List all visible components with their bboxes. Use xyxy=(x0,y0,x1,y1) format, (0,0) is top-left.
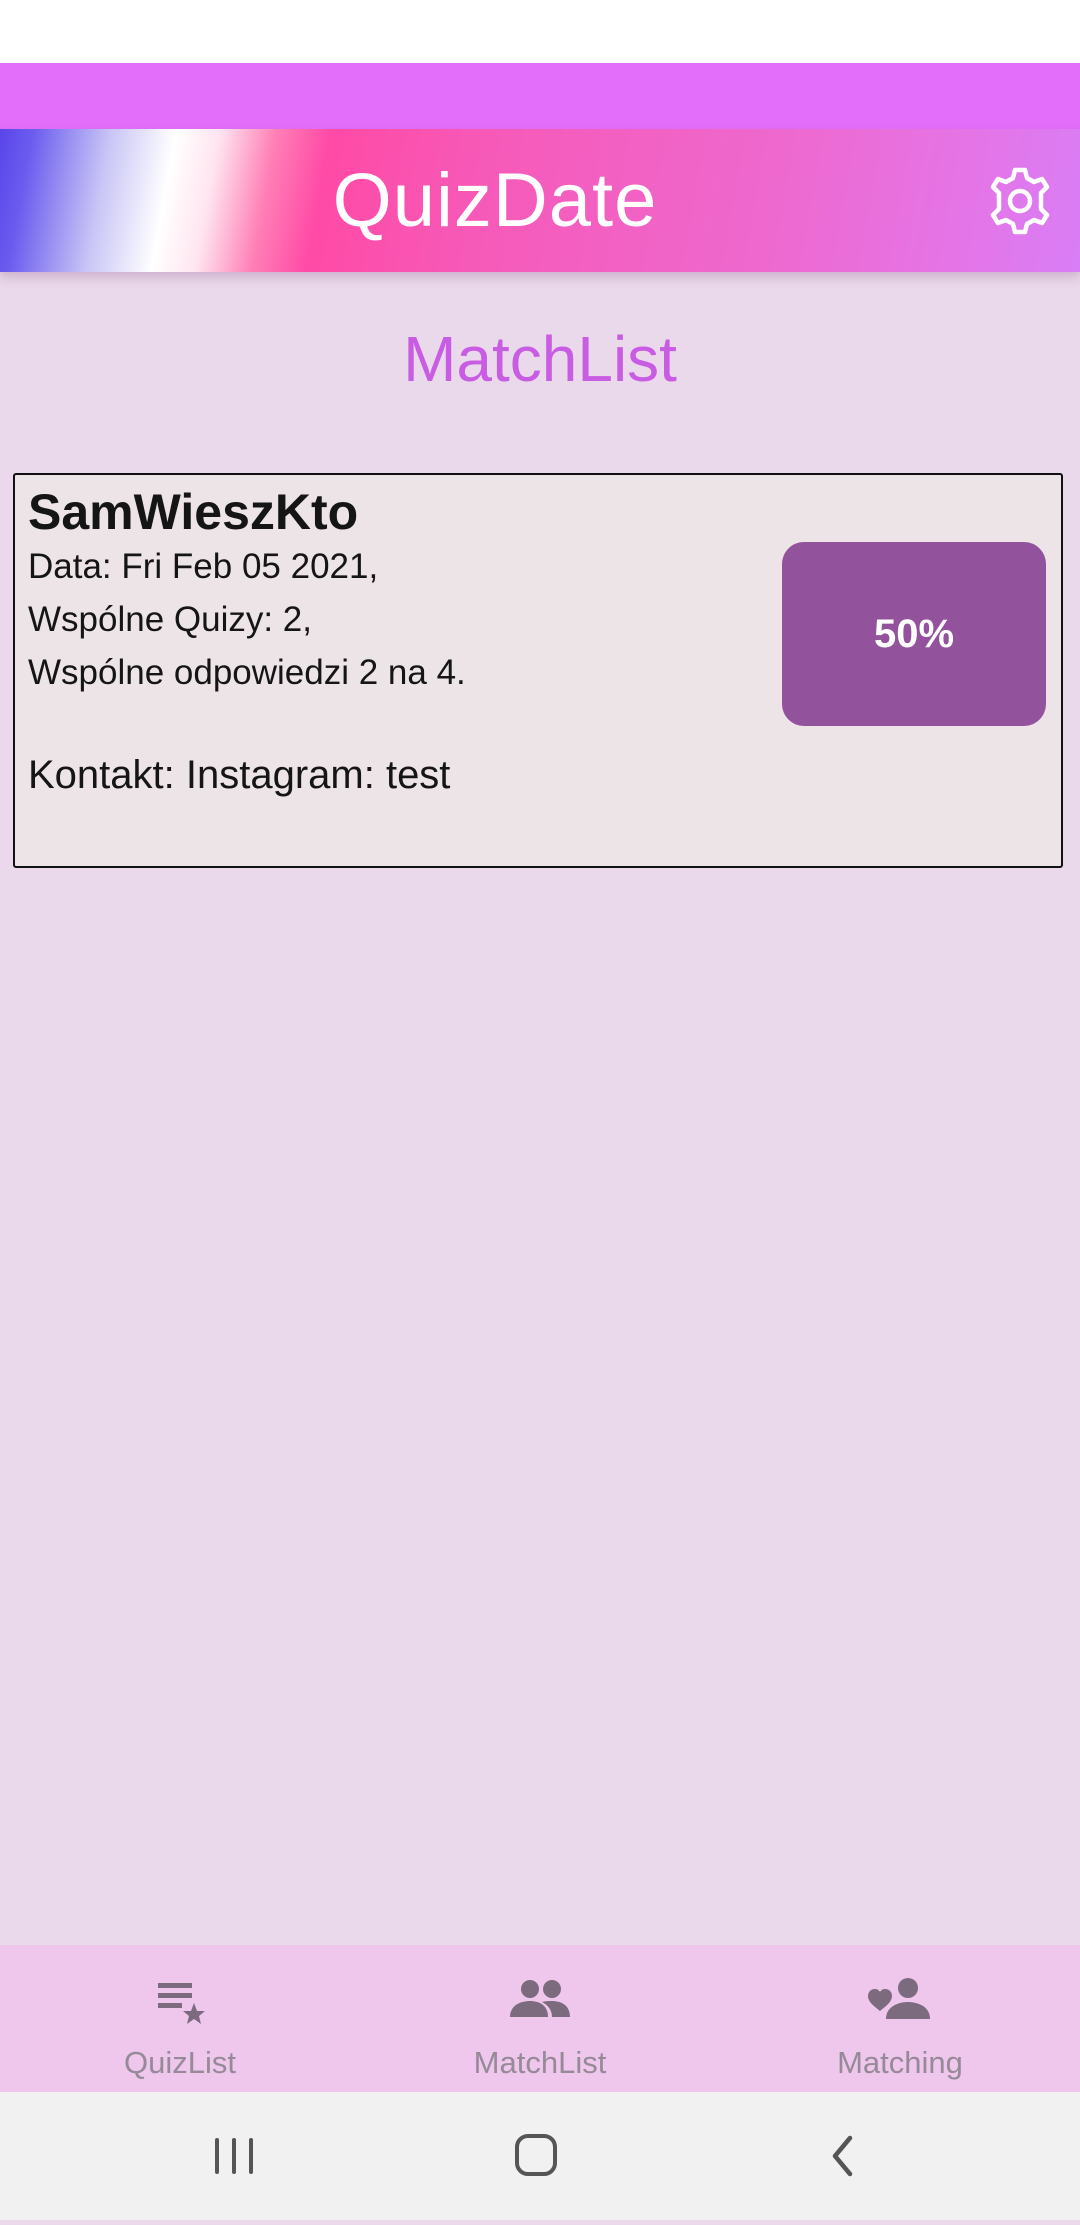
app-title: QuizDate xyxy=(332,158,658,243)
status-bar xyxy=(0,0,1080,63)
page-title: MatchList xyxy=(403,323,677,395)
match-card[interactable]: SamWieszKto Data: Fri Feb 05 2021, Wspól… xyxy=(13,473,1063,868)
top-color-strip xyxy=(0,63,1080,129)
recents-button[interactable] xyxy=(190,2092,280,2220)
gear-icon xyxy=(990,167,1050,235)
back-button[interactable] xyxy=(800,2092,890,2220)
nav-item-matchlist[interactable]: MatchList xyxy=(360,1945,720,2092)
system-navigation-bar xyxy=(0,2092,1080,2220)
home-button[interactable] xyxy=(490,2092,580,2220)
nav-item-quizlist[interactable]: QuizList xyxy=(0,1945,360,2092)
nav-label-matchlist: MatchList xyxy=(473,2045,607,2080)
nav-item-matching[interactable]: Matching xyxy=(720,1945,1080,2092)
back-icon xyxy=(832,2135,853,2177)
match-contact: Kontakt: Instagram: test xyxy=(28,753,451,797)
match-shared-answers: Wspólne odpowiedzi 2 na 4. xyxy=(28,653,466,692)
person-heart-icon xyxy=(868,1978,930,2019)
people-icon xyxy=(510,1980,570,2017)
bottom-navigation: QuizList MatchList Matching xyxy=(0,1945,1080,2092)
settings-button[interactable] xyxy=(980,164,1060,238)
app-bar: QuizDate xyxy=(0,129,1080,272)
playlist-star-icon xyxy=(158,1983,205,2024)
match-score-badge[interactable]: 50% xyxy=(782,542,1046,726)
nav-label-quizlist: QuizList xyxy=(124,2045,236,2080)
nav-label-matching: Matching xyxy=(837,2045,963,2080)
match-date: Data: Fri Feb 05 2021, xyxy=(28,547,379,586)
home-icon xyxy=(515,2134,557,2176)
match-name: SamWieszKto xyxy=(28,484,359,540)
match-shared-quizzes: Wspólne Quizy: 2, xyxy=(28,600,312,639)
recents-icon xyxy=(215,2138,253,2174)
